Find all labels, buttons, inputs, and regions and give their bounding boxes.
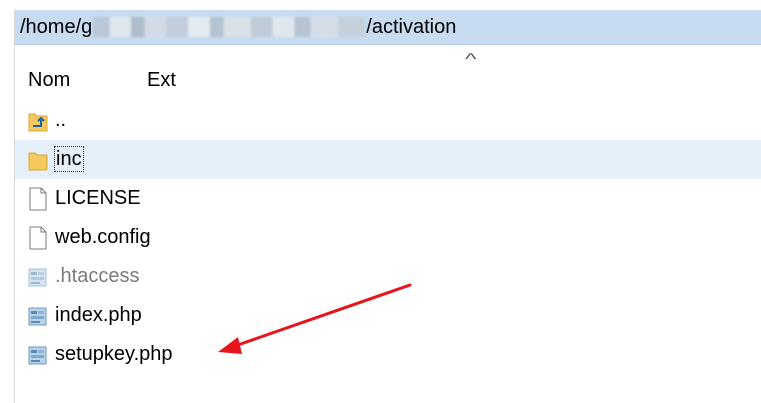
- column-header-name[interactable]: Nom: [28, 69, 70, 92]
- file-row-label: LICENSE: [55, 187, 141, 209]
- file-row-index-php[interactable]: index.php: [15, 296, 761, 335]
- folder-icon: [28, 152, 48, 171]
- file-row-web-config[interactable]: web.config: [15, 218, 761, 257]
- file-list: .. inc LICENSE web.config .htaccess inde…: [15, 101, 761, 374]
- file-row-label: setupkey.php: [55, 343, 173, 365]
- file-row-label: inc: [54, 146, 84, 172]
- folder-up-icon: [28, 113, 48, 132]
- file-row-license[interactable]: LICENSE: [15, 179, 761, 218]
- page: { "pathbar": { "prefix": "/home/g", "suf…: [0, 0, 761, 403]
- file-row-label: index.php: [55, 304, 142, 326]
- file-row-setupkey-php[interactable]: setupkey.php: [15, 335, 761, 374]
- file-row-label: .htaccess: [55, 265, 140, 287]
- file-icon: [29, 226, 47, 250]
- remote-file-panel: /home/g /activation Nom Ext ^ .. inc LIC…: [14, 10, 761, 403]
- file-row-label: ..: [55, 109, 67, 131]
- column-header: Nom Ext ^: [15, 45, 761, 97]
- chevron-up-icon: ^: [465, 51, 477, 68]
- path-bar[interactable]: /home/g /activation: [15, 10, 761, 45]
- file-icon: [29, 187, 47, 211]
- path-prefix: /home/g: [20, 16, 93, 38]
- column-header-ext[interactable]: Ext: [147, 69, 176, 92]
- path-redacted-segment: [93, 17, 366, 37]
- file-row-htaccess[interactable]: .htaccess: [15, 257, 761, 296]
- script-file-icon: [28, 307, 47, 326]
- file-row-inc[interactable]: inc: [15, 140, 761, 179]
- file-row-parent[interactable]: ..: [15, 101, 761, 140]
- path-suffix: /activation: [366, 16, 457, 38]
- file-row-label: web.config: [55, 226, 151, 248]
- script-file-icon: [28, 268, 47, 287]
- script-file-icon: [28, 346, 47, 365]
